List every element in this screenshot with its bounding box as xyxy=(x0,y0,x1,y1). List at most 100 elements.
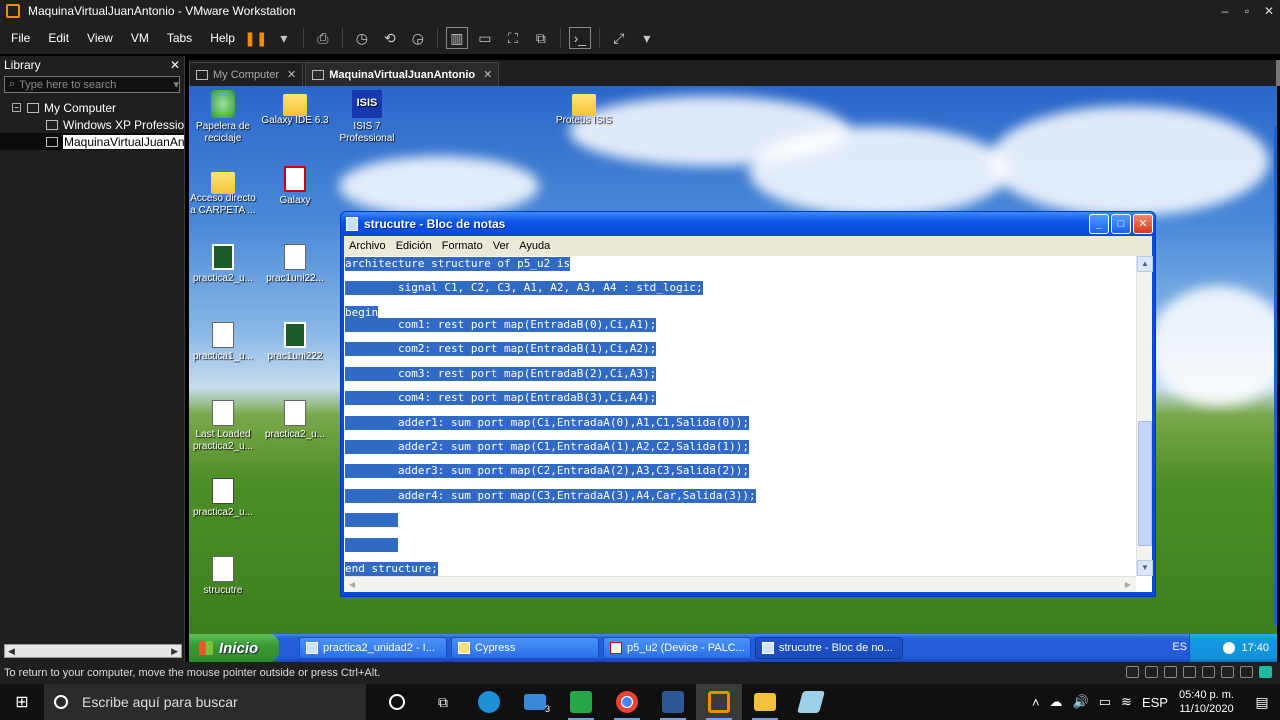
menu-view[interactable]: View xyxy=(76,31,120,45)
pause-dropdown-icon[interactable]: ▾ xyxy=(273,27,295,49)
notifications-icon[interactable]: ▤ xyxy=(1244,694,1280,711)
desktop-icon-practica1[interactable]: practica1_u... xyxy=(189,322,259,363)
pause-icon[interactable]: ❚❚ xyxy=(244,27,267,49)
scroll-left-icon[interactable]: ◀ xyxy=(344,577,360,593)
chrome-icon[interactable] xyxy=(604,684,650,720)
notepad-editor[interactable]: architecture structure of p5_u2 is signa… xyxy=(344,256,1153,592)
display-icon[interactable] xyxy=(1240,666,1253,678)
xp-start-button[interactable]: Inicio xyxy=(189,634,279,662)
battery-icon[interactable]: ▭ xyxy=(1099,694,1111,710)
xp-task-cypress[interactable]: Cypress xyxy=(451,637,599,659)
tray-app-icon[interactable] xyxy=(1223,642,1236,654)
cd-dvd-icon[interactable] xyxy=(1145,666,1158,678)
close-button[interactable]: ✕ xyxy=(1258,4,1280,18)
snapshot-icon[interactable]: ◷ xyxy=(351,27,373,49)
text-line[interactable]: com3: rest port map(EntradaB(2),Ci,A3); xyxy=(345,366,657,381)
notepad-title-bar[interactable]: strucutre - Bloc de notas _ □ ✕ xyxy=(341,212,1155,236)
show-library-icon[interactable]: ▥ xyxy=(445,27,468,49)
file-explorer-icon[interactable] xyxy=(742,684,788,720)
printer-icon[interactable] xyxy=(1221,666,1234,678)
text-line[interactable]: com4: rest port map(EntradaB(3),Ci,A4); xyxy=(345,391,657,406)
notepad-menu-ayuda[interactable]: Ayuda xyxy=(514,240,555,252)
desktop-icon-practica2-cad[interactable]: practica2_u... xyxy=(189,478,259,519)
word-icon[interactable] xyxy=(650,684,696,720)
unity-icon[interactable]: ⧉ xyxy=(530,27,552,49)
stretch-guest-icon[interactable]: ⤢ xyxy=(608,27,630,49)
notepad-maximize-button[interactable]: □ xyxy=(1111,214,1131,234)
network-adapter-icon[interactable] xyxy=(1164,666,1177,678)
console-view-icon[interactable]: ›_ xyxy=(568,27,591,49)
app-light-icon[interactable] xyxy=(788,684,834,720)
desktop-icon-isis7[interactable]: ISIS ISIS 7 Professional xyxy=(331,90,403,145)
notepad-text-area[interactable]: architecture structure of p5_u2 is signa… xyxy=(345,256,1137,576)
menu-help[interactable]: Help xyxy=(199,31,242,45)
menu-tabs[interactable]: Tabs xyxy=(156,31,199,45)
xp-language-indicator[interactable]: ES xyxy=(1172,641,1187,653)
notepad-close-button[interactable]: ✕ xyxy=(1133,214,1153,234)
desktop-icon-recycle-bin[interactable]: Papelera de reciclaje xyxy=(189,90,259,145)
text-line[interactable]: adder1: sum port map(Ci,EntradaA(0),A1,C… xyxy=(345,415,749,430)
thumbnail-bar-icon[interactable]: ▭ xyxy=(474,27,496,49)
tree-node-maquina-virtual[interactable]: MaquinaVirtualJuanAntonio xyxy=(0,133,184,150)
host-clock[interactable]: 05:40 p. m. 11/10/2020 xyxy=(1179,688,1234,716)
text-line[interactable]: adder3: sum port map(C2,EntradaA(2),A3,C… xyxy=(345,464,749,479)
close-tab-icon[interactable]: ✕ xyxy=(287,68,296,81)
notepad-minimize-button[interactable]: _ xyxy=(1089,214,1109,234)
notepad-vertical-scrollbar[interactable]: ▲ ▼ xyxy=(1136,256,1153,576)
desktop-icon-acceso-directo[interactable]: Acceso directo a CARPETA ... xyxy=(189,168,259,217)
app-green-icon[interactable] xyxy=(558,684,604,720)
message-log-icon[interactable] xyxy=(1259,666,1272,678)
host-search-box[interactable]: Escribe aquí para buscar xyxy=(44,684,366,720)
stretch-dropdown-icon[interactable]: ▾ xyxy=(636,27,658,49)
send-ctrl-alt-del-icon[interactable]: ⎙ xyxy=(312,27,334,49)
cortana-icon[interactable] xyxy=(374,684,420,720)
text-line[interactable]: adder4: sum port map(C3,EntradaA(3),A4,C… xyxy=(345,488,756,503)
task-view-icon[interactable]: ⧉ xyxy=(420,684,466,720)
notepad-menu-formato[interactable]: Formato xyxy=(437,240,488,252)
show-hidden-icons-icon[interactable]: ˄ xyxy=(1032,695,1040,710)
collapse-icon[interactable]: − xyxy=(12,103,21,112)
close-library-icon[interactable]: ✕ xyxy=(170,58,180,72)
tab-maquina-virtual[interactable]: MaquinaVirtualJuanAntonio ✕ xyxy=(305,62,500,86)
snapshot-manager-icon[interactable]: ◶ xyxy=(407,27,429,49)
text-line[interactable]: signal C1, C2, C3, A1, A2, A3, A4 : std_… xyxy=(345,281,703,296)
menu-file[interactable]: File xyxy=(0,31,37,45)
vmware-icon[interactable] xyxy=(696,684,742,720)
desktop-icon-prac1uni22[interactable]: prac1uni22... xyxy=(259,244,331,285)
xp-clock[interactable]: 17:40 xyxy=(1241,642,1269,654)
desktop-icon-prac1uni222[interactable]: prac1uni222 xyxy=(259,322,331,363)
notepad-menu-archivo[interactable]: Archivo xyxy=(344,240,391,252)
text-line[interactable] xyxy=(345,513,398,528)
notepad-menu-edicion[interactable]: Edición xyxy=(391,240,437,252)
scroll-right-icon[interactable]: ▶ xyxy=(1120,577,1136,593)
minimize-button[interactable]: – xyxy=(1214,4,1236,18)
xp-task-p5u2[interactable]: p5_u2 (Device - PALC... xyxy=(603,637,751,659)
library-search-input[interactable]: ⌕ Type here to search ▾ xyxy=(4,76,180,93)
xp-task-practica2[interactable]: practica2_unidad2 - I... xyxy=(299,637,447,659)
desktop-icon-proteus-isis[interactable]: Proteus ISIS xyxy=(548,90,620,127)
desktop-icon-strucutre[interactable]: strucutre xyxy=(189,556,259,597)
edge-icon[interactable] xyxy=(466,684,512,720)
wifi-icon[interactable]: ≋ xyxy=(1121,694,1132,710)
windows-start-icon[interactable]: ⊞ xyxy=(0,684,44,720)
scroll-left-icon[interactable]: ◀ xyxy=(8,646,15,657)
library-horizontal-scrollbar[interactable]: ◀ ▶ xyxy=(4,644,182,658)
text-line[interactable]: end structure; xyxy=(345,562,438,576)
menu-vm[interactable]: VM xyxy=(120,31,156,45)
text-line[interactable]: com2: rest port map(EntradaB(1),Ci,A2); xyxy=(345,342,657,357)
tree-node-windows-xp[interactable]: Windows XP Professional xyxy=(0,116,184,133)
hard-disk-icon[interactable] xyxy=(1126,666,1139,678)
tab-my-computer[interactable]: My Computer ✕ xyxy=(189,62,304,86)
notepad-horizontal-scrollbar[interactable]: ◀ ▶ xyxy=(344,576,1136,592)
revert-snapshot-icon[interactable]: ⟲ xyxy=(379,27,401,49)
scroll-down-icon[interactable]: ▼ xyxy=(1137,560,1153,576)
xp-task-strucutre[interactable]: strucutre - Bloc de no... xyxy=(755,637,903,659)
menu-edit[interactable]: Edit xyxy=(37,31,76,45)
host-language-indicator[interactable]: ESP xyxy=(1142,695,1168,710)
close-tab-icon[interactable]: ✕ xyxy=(483,68,492,81)
sound-card-icon[interactable] xyxy=(1202,666,1215,678)
mail-icon[interactable]: 3 xyxy=(512,684,558,720)
text-line[interactable] xyxy=(345,537,398,552)
scroll-right-icon[interactable]: ▶ xyxy=(171,646,178,657)
maximize-button[interactable]: ▫ xyxy=(1236,4,1258,18)
